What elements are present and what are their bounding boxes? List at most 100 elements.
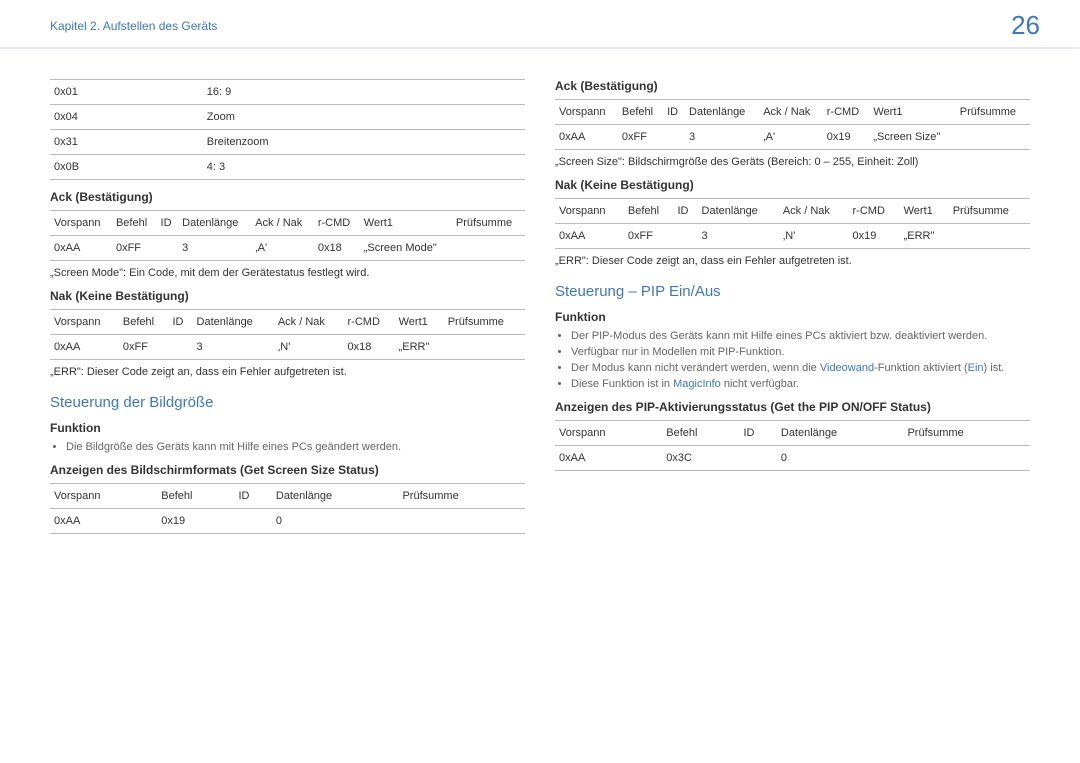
funktion-label: Funktion <box>50 421 525 435</box>
cell: 0x04 <box>50 105 203 130</box>
ack-title: Ack (Bestätigung) <box>50 190 525 204</box>
cell: 0xFF <box>119 335 169 360</box>
cell: Zoom <box>203 105 525 130</box>
cell: 0 <box>777 446 904 471</box>
th: ID <box>169 310 193 335</box>
cell <box>956 125 1030 150</box>
cell: ‚N' <box>779 224 849 249</box>
th: Prüfsumme <box>398 484 525 509</box>
left-column: 0x0116: 9 0x04Zoom 0x31Breitenzoom 0x0B4… <box>50 79 525 540</box>
nak-note-right: „ERR": Dieser Code zeigt an, dass ein Fe… <box>555 255 1030 267</box>
mode-codes-table: 0x0116: 9 0x04Zoom 0x31Breitenzoom 0x0B4… <box>50 79 525 180</box>
cell <box>169 335 193 360</box>
funktion-list: Die Bildgröße des Geräts kann mit Hilfe … <box>50 441 525 453</box>
ack-table: Vorspann Befehl ID Datenlänge Ack / Nak … <box>50 210 525 261</box>
list-item: Der Modus kann nicht verändert werden, w… <box>571 362 1030 374</box>
cell: 4: 3 <box>203 155 525 180</box>
cell: 0x18 <box>314 236 360 261</box>
th: Befehl <box>119 310 169 335</box>
th: Wert1 <box>395 310 444 335</box>
th: r-CMD <box>344 310 395 335</box>
th: Prüfsumme <box>444 310 525 335</box>
cell: „ERR" <box>900 224 949 249</box>
cell: 0xAA <box>555 224 624 249</box>
list-item: Diese Funktion ist in MagicInfo nicht ve… <box>571 378 1030 390</box>
cell: 3 <box>698 224 779 249</box>
text: ) ist. <box>984 362 1005 374</box>
th: Datenlänge <box>777 421 904 446</box>
cell: 3 <box>193 335 274 360</box>
th: Wert1 <box>869 100 955 125</box>
cell <box>903 446 1030 471</box>
th: Prüfsumme <box>956 100 1030 125</box>
th: ID <box>157 211 179 236</box>
cell: 0x01 <box>50 80 203 105</box>
cell <box>444 335 525 360</box>
cell <box>398 509 525 534</box>
th: Prüfsumme <box>452 211 525 236</box>
nak-note: „ERR": Dieser Code zeigt an, dass ein Fe… <box>50 366 525 378</box>
cell: 0x19 <box>849 224 900 249</box>
ack-table-right: Vorspann Befehl ID Datenlänge Ack / Nak … <box>555 99 1030 150</box>
page-number: 26 <box>1011 10 1060 41</box>
th: r-CMD <box>823 100 870 125</box>
th: Vorspann <box>555 199 624 224</box>
th: Vorspann <box>50 211 112 236</box>
ack-note: „Screen Mode": Ein Code, mit dem der Ger… <box>50 267 525 279</box>
ack-note-right: „Screen Size": Bildschirmgröße des Gerät… <box>555 156 1030 168</box>
th: Wert1 <box>900 199 949 224</box>
text: nicht verfügbar. <box>721 378 799 390</box>
cell: „Screen Mode" <box>360 236 452 261</box>
cell: 0x31 <box>50 130 203 155</box>
cell: 0x3C <box>662 446 739 471</box>
cell: 0x0B <box>50 155 203 180</box>
th: Prüfsumme <box>903 421 1030 446</box>
cell <box>949 224 1030 249</box>
cell: 3 <box>178 236 251 261</box>
magicinfo-link[interactable]: MagicInfo <box>673 378 721 390</box>
th: ID <box>663 100 685 125</box>
page-header: Kapitel 2. Aufstellen des Geräts 26 <box>0 0 1080 49</box>
cell: 0x19 <box>823 125 870 150</box>
cell <box>234 509 271 534</box>
th: ID <box>234 484 271 509</box>
cell: 0xAA <box>50 236 112 261</box>
text: Diese Funktion ist in <box>571 378 673 390</box>
ein-link[interactable]: Ein <box>968 362 984 374</box>
th: r-CMD <box>849 199 900 224</box>
th: Datenlänge <box>178 211 251 236</box>
cell: ‚A' <box>251 236 314 261</box>
th: Befehl <box>112 211 157 236</box>
th: Vorspann <box>50 484 157 509</box>
th: Ack / Nak <box>274 310 344 335</box>
text: -Funktion aktiviert ( <box>874 362 968 374</box>
cell: 0xFF <box>618 125 663 150</box>
cell <box>157 236 179 261</box>
th: Ack / Nak <box>779 199 849 224</box>
th: Datenlänge <box>193 310 274 335</box>
cell: 0xAA <box>555 125 618 150</box>
cell: 0xAA <box>555 446 662 471</box>
th: ID <box>739 421 776 446</box>
cell: 0xFF <box>112 236 157 261</box>
th: Vorspann <box>50 310 119 335</box>
list-item: Die Bildgröße des Geräts kann mit Hilfe … <box>66 441 525 453</box>
get-screen-size-table: Vorspann Befehl ID Datenlänge Prüfsumme … <box>50 483 525 534</box>
cell <box>452 236 525 261</box>
th: Wert1 <box>360 211 452 236</box>
chapter-title: Kapitel 2. Aufstellen des Geräts <box>50 19 217 33</box>
cell: 0 <box>272 509 399 534</box>
th: Befehl <box>624 199 674 224</box>
th: Befehl <box>157 484 234 509</box>
th: Datenlänge <box>685 100 759 125</box>
funktion-label-right: Funktion <box>555 310 1030 324</box>
right-column: Ack (Bestätigung) Vorspann Befehl ID Dat… <box>555 79 1030 540</box>
ack-title-right: Ack (Bestätigung) <box>555 79 1030 93</box>
get-screen-size-title: Anzeigen des Bildschirmformats (Get Scre… <box>50 463 525 477</box>
cell: ‚N' <box>274 335 344 360</box>
th: Vorspann <box>555 100 618 125</box>
nak-table: Vorspann Befehl ID Datenlänge Ack / Nak … <box>50 309 525 360</box>
size-control-title: Steuerung der Bildgröße <box>50 394 525 411</box>
cell: ‚A' <box>759 125 823 150</box>
videowand-link[interactable]: Videowand <box>820 362 874 374</box>
